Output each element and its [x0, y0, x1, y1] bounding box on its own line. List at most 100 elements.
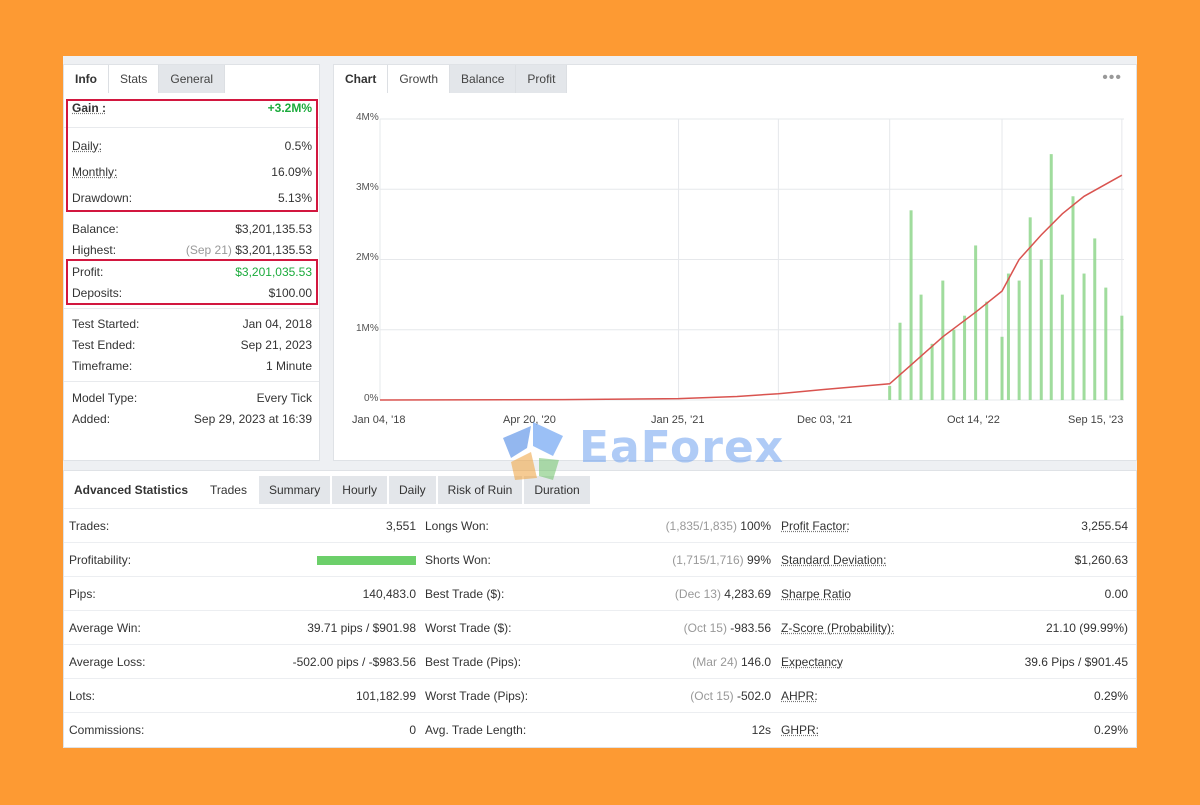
tab-stats[interactable]: Stats [109, 65, 160, 93]
stat-value: (Dec 13) 4,283.69 [675, 577, 771, 611]
divider [64, 381, 319, 382]
x-tick-label: Sep 15, '23 [1068, 414, 1124, 426]
tab-trades[interactable]: Trades [200, 476, 259, 504]
chart-panel: Chart Growth Balance Profit ••• 4M% 3M% … [333, 64, 1137, 461]
trade-bar [919, 294, 923, 400]
stats-row: Lots: 101,182.99 Worst Trade (Pips): (Oct 1… [64, 678, 1136, 712]
stat-value: 0.29% [1093, 689, 1128, 703]
stat-value: 21.10 (99.99%) [1045, 621, 1128, 635]
model-type-row: Model Type: Every Tick [72, 389, 312, 407]
tab-daily[interactable]: Daily [388, 476, 438, 504]
timeframe-value: 1 Minute [265, 359, 312, 373]
stat-label-text: AHPR: [781, 689, 818, 703]
highlight-box-profit [66, 259, 318, 305]
trade-bar [1017, 280, 1021, 400]
balance-row: Balance: $3,201,135.53 [72, 220, 312, 238]
trade-bar [909, 210, 913, 400]
stat-value: 140,483.0 [362, 587, 416, 601]
stat-date: (Oct 15) [690, 689, 734, 703]
test-ended-row: Test Ended: Sep 21, 2023 [72, 336, 312, 354]
stat-label: Longs Won: [425, 519, 489, 533]
stats-row: Trades: 3,551 Longs Won: (1,835/1,835) 100%… [64, 508, 1136, 542]
eaforex-logo-icon [503, 422, 563, 480]
tab-hourly[interactable]: Hourly [332, 476, 389, 504]
stat-value: 3,255.54 [1081, 519, 1128, 533]
trade-bar [1082, 273, 1086, 400]
stat-label: Average Win: [69, 621, 141, 635]
test-ended-label: Test Ended: [72, 338, 136, 352]
model-type-label: Model Type: [72, 391, 138, 405]
dashboard-frame: Info Stats General Gain : +3.2M% Daily: … [63, 56, 1137, 748]
x-tick-label: Oct 14, '22 [947, 414, 1000, 426]
stat-label-text: Z-Score (Probability): [781, 621, 895, 635]
trade-bar [1006, 273, 1010, 400]
info-tabs: Info Stats General [64, 65, 226, 93]
tab-summary[interactable]: Summary [258, 476, 333, 504]
watermark-text: EaForex [579, 422, 785, 473]
highest-date: (Sep 21) [185, 243, 232, 257]
tab-info[interactable]: Info [64, 65, 109, 93]
tab-general[interactable]: General [159, 65, 226, 93]
highlight-box-gain [66, 99, 318, 212]
stat-label: Worst Trade (Pips): [425, 689, 529, 703]
trade-bar [1039, 259, 1043, 400]
trade-bar [985, 301, 989, 400]
trade-bar [930, 343, 934, 400]
stat-value-text: 4,283.69 [724, 587, 771, 601]
timeframe-row: Timeframe: 1 Minute [72, 357, 312, 375]
stat-date: (Oct 15) [683, 621, 727, 635]
tab-advanced-statistics[interactable]: Advanced Statistics [64, 476, 201, 504]
stat-value: (Oct 15) -983.56 [684, 611, 771, 645]
stats-row: Average Win: 39.71 pips / $901.98 Worst Tr… [64, 610, 1136, 644]
advanced-statistics-panel: Advanced Statistics Trades Summary Hourl… [63, 470, 1137, 748]
test-started-row: Test Started: Jan 04, 2018 [72, 315, 312, 333]
stats-row: Average Loss: -502.00 pips / -$983.56 Best… [64, 644, 1136, 678]
test-started-value: Jan 04, 2018 [242, 317, 312, 331]
stat-value: 0.00 [1104, 587, 1128, 601]
stat-value-text: -502.0 [736, 689, 771, 703]
trade-bar [898, 322, 902, 400]
stat-label: Sharpe Ratio [781, 577, 851, 611]
stat-value-text: 99% [746, 553, 771, 567]
stat-value: 0.29% [1093, 723, 1128, 737]
stat-label: Best Trade (Pips): [425, 655, 522, 669]
test-started-label: Test Started: [72, 317, 140, 331]
stat-value: 3,551 [385, 519, 416, 533]
stat-value: (1,715/1,716) 99% [672, 543, 771, 577]
stat-label: Profit Factor: [781, 509, 850, 543]
model-type-value: Every Tick [256, 391, 312, 405]
stat-value: (Mar 24) 146.0 [692, 645, 771, 679]
stat-label: Standard Deviation: [781, 543, 886, 577]
growth-chart [379, 118, 1124, 401]
stat-value-text: 100% [740, 519, 771, 533]
stat-date: (Mar 24) [692, 655, 738, 669]
info-panel: Info Stats General Gain : +3.2M% Daily: … [63, 64, 320, 461]
highest-label: Highest: [72, 243, 117, 257]
stat-value: 39.6 Pips / $901.45 [1024, 655, 1128, 669]
balance-value: $3,201,135.53 [235, 222, 312, 236]
stat-label-text: Expectancy [781, 655, 844, 669]
added-label: Added: [72, 412, 111, 426]
stat-label-text: Profit Factor: [781, 519, 850, 533]
stat-value: $1,260.63 [1074, 553, 1128, 567]
stat-value-text: 146.0 [740, 655, 771, 669]
stat-label: Expectancy [781, 645, 843, 679]
highest-value: $3,201,135.53 [235, 243, 312, 257]
trade-bar [1120, 315, 1124, 400]
stats-row: Profitability: Shorts Won: (1,715/1,716) 9… [64, 542, 1136, 576]
stat-label: Commissions: [69, 723, 145, 737]
stat-label: Lots: [69, 689, 96, 703]
stat-label: Trades: [69, 519, 110, 533]
test-ended-value: Sep 21, 2023 [240, 338, 312, 352]
stat-label: Avg. Trade Length: [425, 723, 527, 737]
stat-label: Best Trade ($): [425, 587, 505, 601]
stat-date: (Dec 13) [674, 587, 721, 601]
stats-row: Pips: 140,483.0 Best Trade ($): (Dec 13) 4,… [64, 576, 1136, 610]
stat-date: (1,835/1,835) [665, 519, 737, 533]
trade-bar [941, 280, 945, 400]
added-value: Sep 29, 2023 at 16:39 [193, 412, 312, 426]
stat-value: (1,835/1,835) 100% [666, 509, 771, 543]
stat-label: Shorts Won: [425, 553, 491, 567]
trade-bar [974, 245, 978, 400]
trade-bar [1071, 196, 1075, 400]
